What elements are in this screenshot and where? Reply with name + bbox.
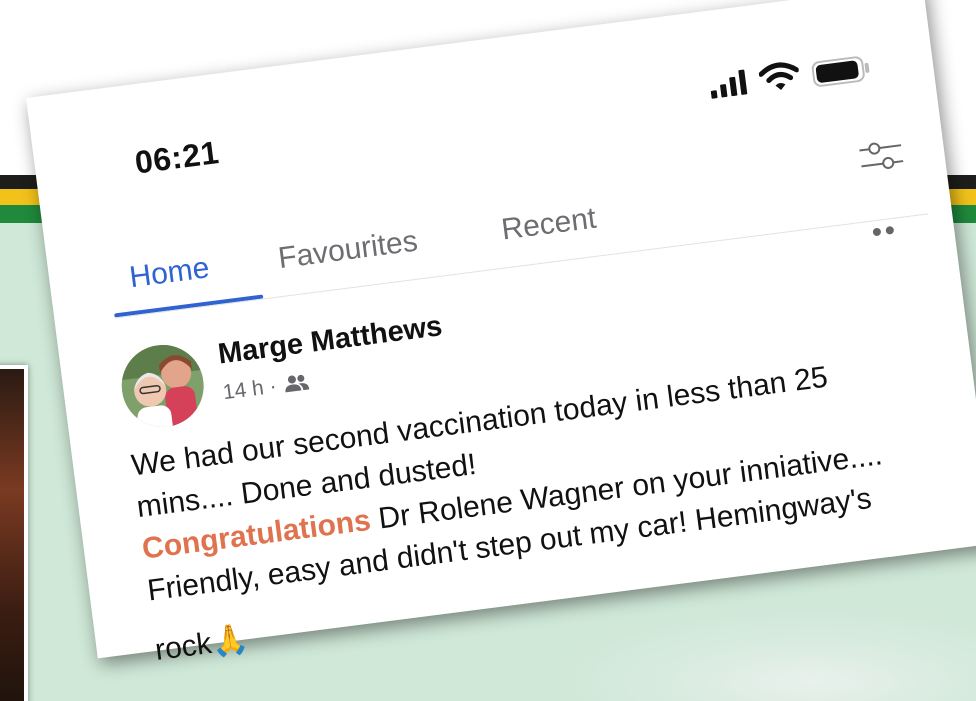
post-author-name[interactable]: Marge Matthews	[216, 310, 444, 371]
post-time[interactable]: 14 h	[222, 376, 265, 404]
phone-screenshot-card: 06:21 Home Favourites Recent Marge Matth…	[26, 0, 976, 667]
post-line-5-text: rock	[153, 626, 214, 667]
wifi-icon	[758, 62, 800, 90]
tab-recent[interactable]: Recent	[500, 202, 599, 248]
background-photo	[0, 365, 28, 701]
post-meta: 14 h ·	[222, 371, 310, 406]
meta-separator: ·	[268, 374, 278, 399]
background-texture	[560, 610, 976, 701]
signal-icon	[710, 69, 748, 99]
status-icons	[708, 56, 870, 101]
filter-settings-icon[interactable]	[856, 135, 906, 177]
tab-home[interactable]: Home	[128, 251, 212, 295]
battery-icon	[811, 56, 870, 87]
more-options-icon[interactable]	[871, 225, 896, 238]
screenshot-scene: 06:21 Home Favourites Recent Marge Matth…	[0, 0, 976, 701]
friends-icon	[285, 374, 310, 393]
praying-hands-icon: 🙏	[209, 622, 251, 660]
author-avatar[interactable]	[116, 340, 209, 432]
tab-favourites[interactable]: Favourites	[276, 225, 419, 277]
avatar-photo	[116, 340, 209, 432]
status-time: 06:21	[132, 134, 222, 181]
